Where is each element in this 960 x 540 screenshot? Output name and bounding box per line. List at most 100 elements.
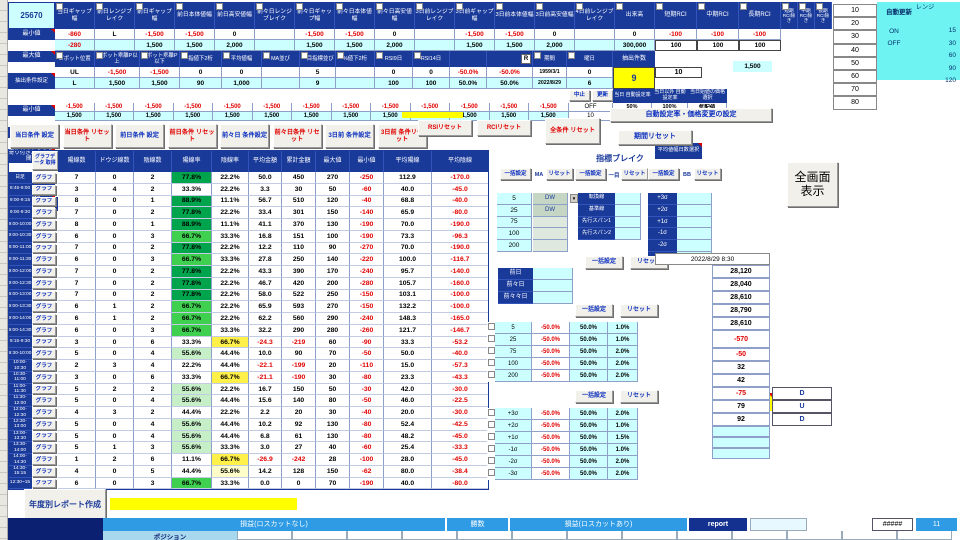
- checkbox[interactable]: [782, 3, 789, 10]
- cond2-max-cell[interactable]: 1,500: [140, 78, 180, 89]
- bb-div-step[interactable]: 2.0%: [608, 468, 638, 480]
- graph-button[interactable]: グラフ: [32, 372, 56, 383]
- cond2-min-cell[interactable]: -50.0%: [487, 67, 533, 78]
- auto-rate-settings-button[interactable]: 自動設定率・価格変更の設定: [610, 108, 772, 122]
- cond1-min-cell[interactable]: [415, 29, 455, 40]
- bottom-empty-cell[interactable]: [750, 518, 807, 531]
- ma-state-cell[interactable]: [533, 240, 568, 252]
- cond1-max-cell[interactable]: [255, 40, 295, 51]
- cond1-min-cell[interactable]: -1,500: [175, 29, 215, 40]
- cond1-max-cell[interactable]: 300,000: [615, 40, 655, 51]
- cond1-min-cell[interactable]: -860: [55, 29, 95, 40]
- ma-period-cell[interactable]: 200: [497, 240, 532, 252]
- rci-min-cell[interactable]: -100: [739, 29, 781, 40]
- period-reset-button[interactable]: 期間リセット: [618, 130, 692, 145]
- ma-div-step[interactable]: 1.0%: [608, 334, 638, 346]
- checkbox[interactable]: [96, 52, 103, 59]
- time-max-cell[interactable]: 1,500: [94, 112, 134, 121]
- rci-max-cell[interactable]: 100: [697, 40, 739, 51]
- graph-button[interactable]: グラフ: [32, 325, 56, 336]
- reset-button[interactable]: リセット: [621, 168, 648, 180]
- bb-value-cell[interactable]: [677, 216, 712, 229]
- cond2-max-cell[interactable]: 9: [300, 78, 336, 89]
- time-min-cell[interactable]: -1,500: [489, 103, 529, 112]
- bulk-set-button[interactable]: 一括設定: [575, 168, 606, 180]
- ichimoku-value-cell[interactable]: [615, 204, 641, 217]
- scale-number-cell[interactable]: 70: [833, 83, 877, 97]
- graph-button[interactable]: グラフ: [32, 231, 56, 242]
- cond2-max-cell[interactable]: [262, 78, 300, 89]
- bulk-set-button[interactable]: 一括設定: [585, 256, 623, 269]
- cond1-min-cell[interactable]: 0: [615, 29, 655, 40]
- dropdown-icon[interactable]: ▼: [570, 194, 578, 203]
- reset-button[interactable]: 当日条件 リセット: [62, 124, 112, 148]
- cond2-max-cell[interactable]: 100: [413, 78, 450, 89]
- cond1-min-cell[interactable]: [575, 29, 615, 40]
- time-min-cell[interactable]: -1,500: [450, 103, 490, 112]
- rci-min-cell[interactable]: -100: [697, 29, 739, 40]
- cond2-min-cell[interactable]: 0: [413, 67, 450, 78]
- cond1-max-cell[interactable]: 1,500: [175, 40, 215, 51]
- auto-update-on[interactable]: ON: [882, 27, 906, 36]
- bb-div-step[interactable]: 1.5%: [608, 432, 638, 444]
- bb-div-min[interactable]: -50.0%: [532, 456, 570, 468]
- cond1-max-cell[interactable]: -280: [55, 40, 95, 51]
- cond2-min-cell[interactable]: -1,500: [140, 67, 180, 78]
- zaraba-value-cell[interactable]: [533, 292, 573, 304]
- bb-value-cell[interactable]: [677, 204, 712, 217]
- scale-number-cell[interactable]: 20: [833, 17, 877, 31]
- checkbox[interactable]: [216, 3, 223, 10]
- time-min-cell[interactable]: -1,500: [134, 103, 174, 112]
- cond2-max-cell[interactable]: 1,000: [222, 78, 262, 89]
- bb-div-min[interactable]: -50.0%: [532, 408, 570, 420]
- cond2-max-cell[interactable]: 1,500: [95, 78, 140, 89]
- graph-button[interactable]: グラフ: [32, 208, 56, 219]
- ma-div-min[interactable]: -50.0%: [532, 334, 570, 346]
- cond2-max-cell[interactable]: 50.0%: [450, 78, 487, 89]
- cond1-max-cell[interactable]: [575, 40, 615, 51]
- cond2-min-cell[interactable]: 0: [222, 67, 262, 78]
- graph-button[interactable]: グラフ: [32, 478, 56, 489]
- cond1-max-cell[interactable]: 1,500: [135, 40, 175, 51]
- graph-button[interactable]: グラフ: [32, 267, 56, 277]
- reset-button[interactable]: 前々日条件 リセット: [272, 124, 322, 148]
- rci-max-cell[interactable]: 100: [655, 40, 697, 51]
- graph-button[interactable]: グラフ: [32, 196, 56, 207]
- checkbox[interactable]: [534, 52, 541, 59]
- rci-reset-button[interactable]: RCIリセット: [477, 120, 531, 136]
- ma-div-min[interactable]: -50.0%: [532, 322, 570, 334]
- ma-div-step[interactable]: 1.0%: [608, 322, 638, 334]
- graph-button[interactable]: グラフ: [32, 255, 56, 266]
- cond1-min-cell[interactable]: -1,500: [335, 29, 375, 40]
- graph-button[interactable]: グラフ: [32, 455, 56, 465]
- fullscreen-button[interactable]: 全画面 表示: [787, 162, 838, 207]
- checkbox[interactable]: [488, 457, 495, 464]
- reset-button[interactable]: リセット: [620, 390, 658, 403]
- graph-button[interactable]: グラフ: [32, 243, 56, 254]
- time-max-cell[interactable]: 1,500: [134, 112, 174, 121]
- cond1-min-cell[interactable]: 0: [375, 29, 415, 40]
- bb-div-max[interactable]: 50.0%: [570, 444, 608, 456]
- cond2-max-cell[interactable]: [336, 78, 375, 89]
- range-value[interactable]: 60: [926, 51, 956, 60]
- avg-width-value[interactable]: 1,500: [733, 61, 772, 72]
- checkbox[interactable]: [181, 52, 188, 59]
- bb-value-cell[interactable]: [677, 193, 712, 205]
- checkbox[interactable]: [56, 3, 63, 10]
- checkbox[interactable]: [456, 3, 463, 10]
- graph-button[interactable]: グラフ: [32, 419, 56, 430]
- stop-button[interactable]: 中止: [569, 90, 590, 101]
- cond2-min-cell[interactable]: [336, 67, 375, 78]
- checkbox[interactable]: [416, 3, 423, 10]
- reset-button[interactable]: リセット: [694, 168, 721, 180]
- time-min-cell[interactable]: -1,500: [292, 103, 332, 112]
- scale-number-cell[interactable]: 80: [833, 96, 877, 110]
- graph-button[interactable]: グラフ: [32, 314, 56, 324]
- graph-button[interactable]: グラフ: [32, 349, 56, 360]
- extract-count-value[interactable]: 9: [613, 67, 655, 89]
- graph-button[interactable]: グラフ: [32, 384, 56, 395]
- bb-div-min[interactable]: -50.0%: [532, 468, 570, 480]
- bottom-report-button[interactable]: report: [689, 518, 747, 531]
- cond1-min-cell[interactable]: 0: [215, 29, 255, 40]
- cond1-max-cell[interactable]: 1,500: [495, 40, 535, 51]
